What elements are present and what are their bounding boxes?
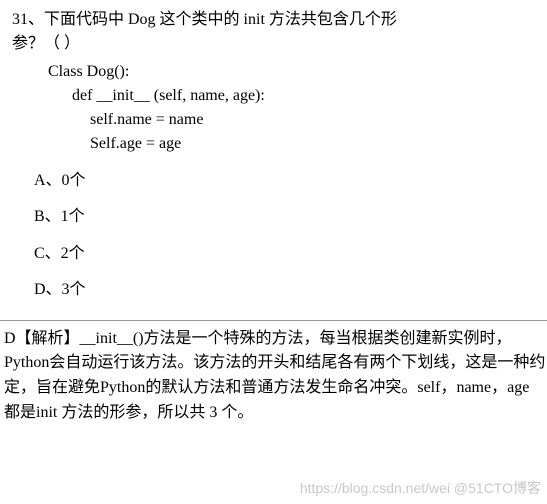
question-section: 31、下面代码中 Dog 这个类中的 init 方法共包含几个形 参？（ ） C… (0, 0, 547, 320)
code-line-3: self.name = name (48, 108, 535, 132)
explanation-section: D【解析】__init__()方法是一个特殊的方法，每当根据类创建新实例时，Py… (0, 321, 547, 426)
option-a: A、0个 (34, 170, 535, 192)
watermark: https://blog.csdn.net/wei @51CTO博客 (300, 478, 541, 498)
options-list: A、0个 B、1个 C、2个 D、3个 (12, 156, 535, 302)
code-block: Class Dog(): def __init__ (self, name, a… (12, 60, 535, 156)
question-line1: 31、下面代码中 Dog 这个类中的 init 方法共包含几个形 (12, 11, 397, 28)
code-line-1: Class Dog(): (48, 60, 535, 84)
option-c: C、2个 (34, 243, 535, 265)
code-line-2: def __init__ (self, name, age): (48, 84, 535, 108)
option-d: D、3个 (34, 279, 535, 301)
question-prompt: 31、下面代码中 Dog 这个类中的 init 方法共包含几个形 参？（ ） (12, 8, 535, 56)
code-line-4: Self.age = age (48, 132, 535, 156)
explanation-text: D【解析】__init__()方法是一个特殊的方法，每当根据类创建新实例时，Py… (4, 330, 545, 421)
question-line2: 参？（ ） (12, 35, 80, 52)
option-b: B、1个 (34, 206, 535, 228)
